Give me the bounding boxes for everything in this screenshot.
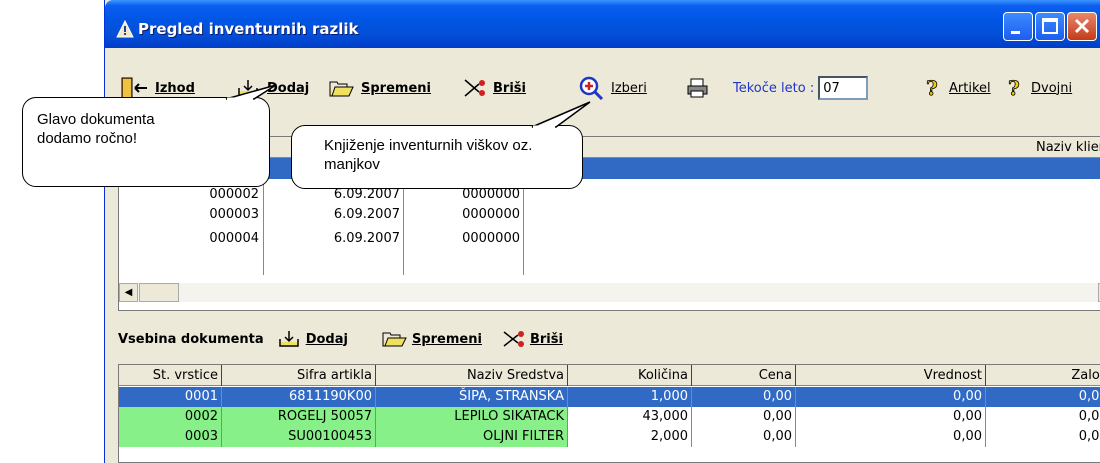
callout-center-pointer xyxy=(531,101,591,129)
